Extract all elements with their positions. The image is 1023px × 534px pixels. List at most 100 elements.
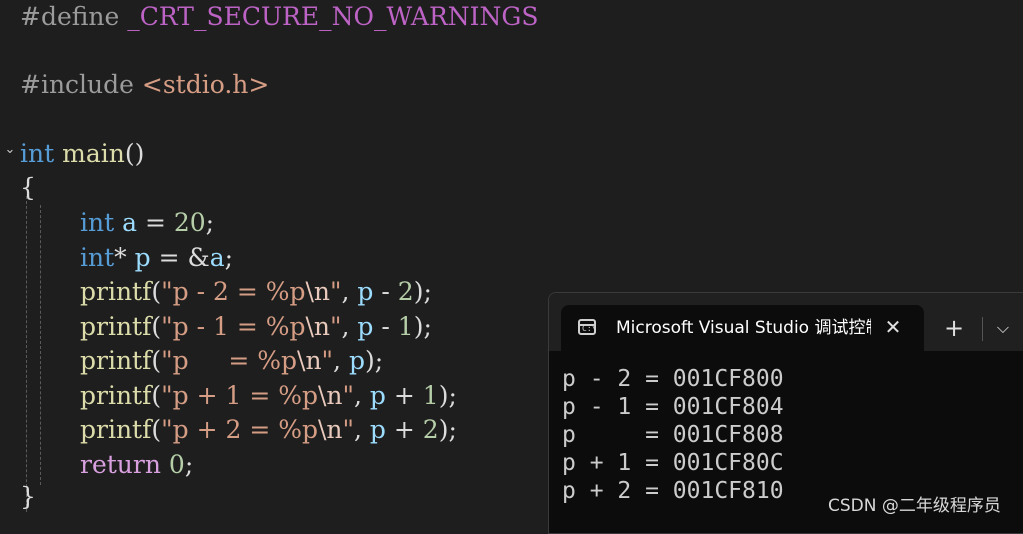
code-token: 1 <box>397 312 414 341</box>
code-token: _CRT_SECURE_NO_WARNINGS <box>127 2 539 31</box>
code-token: " <box>330 277 342 306</box>
code-token: <stdio.h> <box>141 70 270 99</box>
code-token: \n <box>297 346 322 375</box>
output-line: p + 2 = 001CF810 <box>562 478 784 504</box>
code-line[interactable]: printf("p + 1 = %p\n", p + 1); <box>80 379 457 413</box>
code-token: a <box>209 243 225 272</box>
code-token: , <box>341 312 358 341</box>
code-token: () <box>124 139 145 168</box>
code-line[interactable]: int main() <box>20 137 144 171</box>
code-token: = <box>137 208 174 237</box>
code-token: "p - 2 = %p <box>161 277 306 306</box>
code-token: ( <box>151 277 162 306</box>
code-token: 20 <box>173 208 206 237</box>
code-line[interactable]: int* p = &a; <box>80 241 233 275</box>
code-token: ); <box>413 277 432 306</box>
code-token: printf <box>80 277 152 306</box>
code-token: 1 <box>422 381 439 410</box>
code-line[interactable]: printf("p + 2 = %p\n", p + 2); <box>80 413 457 447</box>
code-token: " <box>330 312 342 341</box>
code-line[interactable]: { <box>20 171 36 205</box>
output-line: p + 1 = 001CF80C <box>562 450 784 476</box>
code-token: { <box>20 173 36 202</box>
code-token: ( <box>151 346 162 375</box>
terminal-tab-bar: C:\ Microsoft Visual Studio 调试控制台 ✕ + ⌵ <box>549 293 1023 351</box>
code-token: return <box>80 450 161 479</box>
code-token: 2 <box>422 415 439 444</box>
output-line: p - 1 = 001CF804 <box>562 394 784 420</box>
terminal-tab-title: Microsoft Visual Studio 调试控制台 <box>616 318 871 338</box>
code-token: } <box>20 482 36 511</box>
code-line[interactable]: } <box>20 480 36 514</box>
console-icon: C:\ <box>578 319 596 335</box>
code-token: * <box>114 243 135 272</box>
code-token: " <box>321 346 334 375</box>
code-token: p <box>357 312 374 341</box>
code-line[interactable]: printf("p = %p\n", p); <box>80 344 383 378</box>
code-token: 2 <box>397 277 414 306</box>
code-token: ( <box>151 312 162 341</box>
code-line[interactable]: printf("p - 2 = %p\n", p - 2); <box>80 275 432 309</box>
code-token: int <box>80 208 115 237</box>
code-token: , <box>354 381 370 410</box>
terminal-output[interactable]: p - 2 = 001CF800 p - 1 = 001CF804 p = 00… <box>562 365 784 505</box>
code-line[interactable]: printf("p - 1 = %p\n", p - 1); <box>80 310 432 344</box>
code-token: #define <box>20 2 128 31</box>
code-token: int <box>80 243 115 272</box>
code-token: - <box>373 277 398 306</box>
code-line[interactable]: #include <stdio.h> <box>20 68 269 102</box>
code-token: int <box>20 139 55 168</box>
code-token: \n <box>305 312 331 341</box>
tab-separator <box>982 317 983 341</box>
close-tab-icon[interactable]: ✕ <box>879 313 907 341</box>
code-token: ); <box>364 346 384 375</box>
code-token: ; <box>205 208 215 237</box>
code-token: \n <box>317 415 343 444</box>
code-token: #include <box>20 70 142 99</box>
code-token: printf <box>80 312 152 341</box>
new-tab-button[interactable]: + <box>939 314 969 342</box>
output-line: p = 001CF808 <box>562 422 784 448</box>
code-token: ); <box>413 312 432 341</box>
code-token: - <box>373 312 398 341</box>
indent-guide-inner <box>40 205 41 485</box>
code-token: \n <box>305 277 331 306</box>
code-token: = & <box>150 243 210 272</box>
code-token: p <box>369 381 386 410</box>
watermark-text: CSDN @二年级程序员 <box>828 496 1001 516</box>
code-line[interactable]: return 0; <box>80 448 193 482</box>
code-token: "p + 1 = %p <box>161 381 318 410</box>
code-token: p <box>348 346 365 375</box>
code-token: , <box>354 415 370 444</box>
code-token: + <box>385 415 423 444</box>
code-token: printf <box>80 415 152 444</box>
code-token: printf <box>80 346 152 375</box>
code-token: "p = %p <box>161 346 298 375</box>
chevron-down-icon[interactable]: ⌵ <box>991 314 1015 342</box>
code-token: + <box>385 381 423 410</box>
code-line[interactable]: int a = 20; <box>80 206 214 240</box>
code-token: , <box>333 346 349 375</box>
code-token: "p + 2 = %p <box>161 415 318 444</box>
code-token: " <box>342 381 355 410</box>
output-line: p - 2 = 001CF800 <box>562 366 784 392</box>
code-token: ; <box>224 243 234 272</box>
code-line[interactable]: #define _CRT_SECURE_NO_WARNINGS <box>20 0 539 34</box>
code-token: ( <box>151 381 162 410</box>
code-token: ( <box>151 415 162 444</box>
code-token: p <box>369 415 386 444</box>
code-token: 0 <box>168 450 185 479</box>
fold-toggle-icon[interactable]: ⌄ <box>3 143 17 157</box>
code-token: ); <box>438 381 457 410</box>
code-token: \n <box>317 381 343 410</box>
indent-guide <box>26 196 27 512</box>
code-token: p <box>134 243 151 272</box>
terminal-tab[interactable]: C:\ Microsoft Visual Studio 调试控制台 ✕ <box>561 305 924 351</box>
code-token: , <box>341 277 358 306</box>
code-token: ; <box>184 450 194 479</box>
code-token: printf <box>80 381 152 410</box>
code-token: p <box>357 277 374 306</box>
